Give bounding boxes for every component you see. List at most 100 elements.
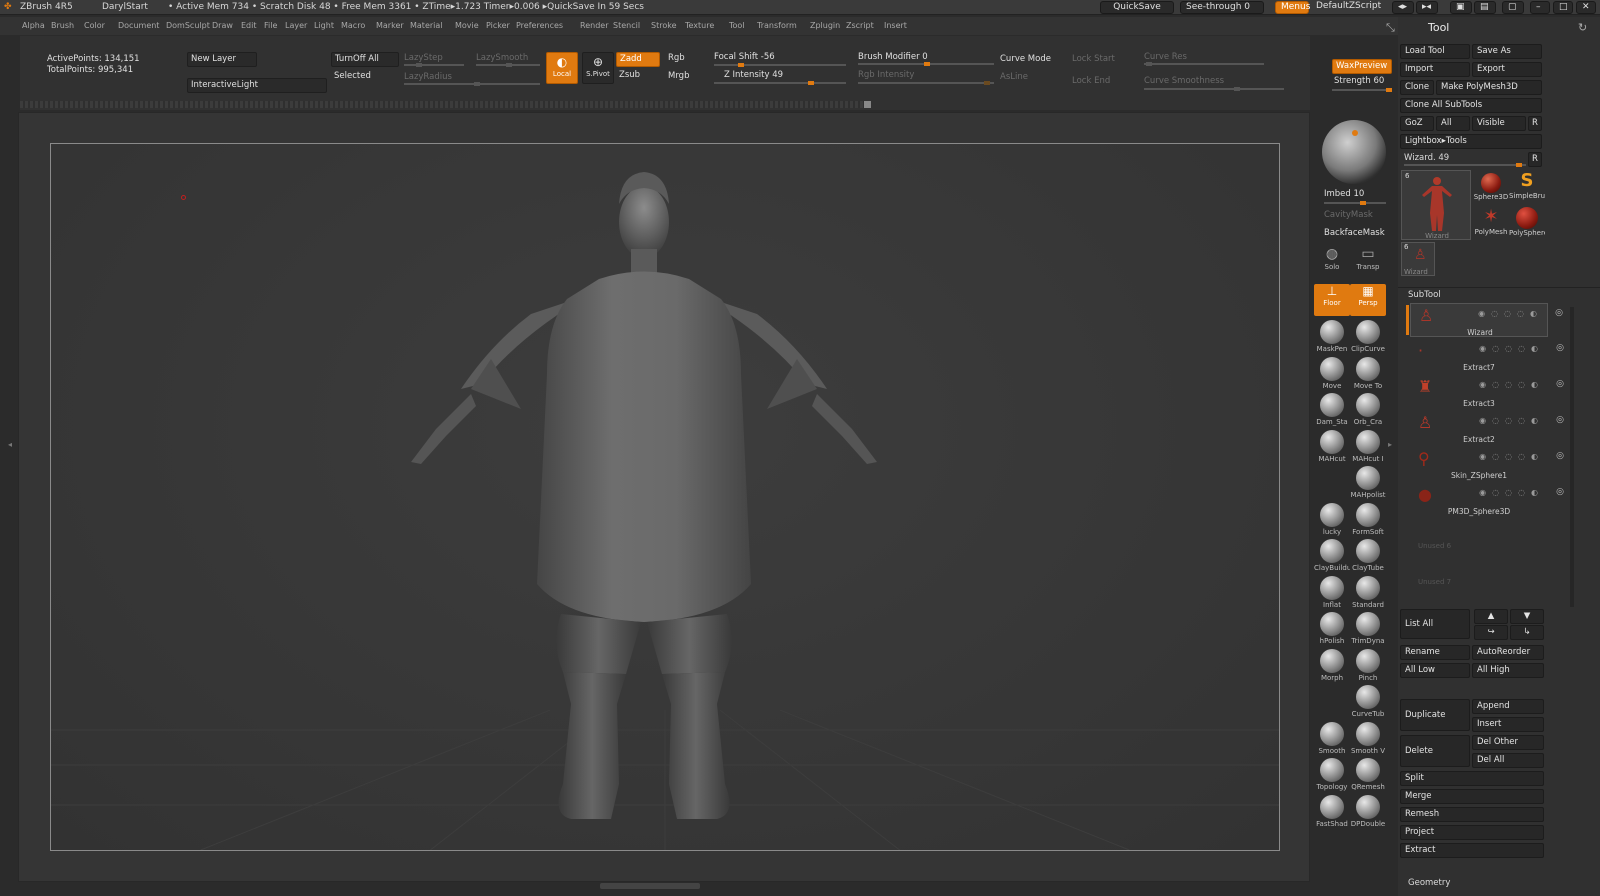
selected-button[interactable]: Selected: [331, 70, 399, 85]
focal-shift-slider[interactable]: [714, 63, 846, 67]
collapse-left-icon[interactable]: ◂: [8, 440, 16, 454]
lock-icon[interactable]: ▢: [1502, 1, 1524, 14]
menu-movie[interactable]: Movie: [455, 21, 479, 30]
spivot-button[interactable]: ⊕ S.Pivot: [582, 52, 614, 84]
auto-reorder-button[interactable]: AutoReorder: [1472, 645, 1544, 660]
rgb-button[interactable]: Rgb: [665, 52, 709, 67]
clone-button[interactable]: Clone: [1400, 80, 1434, 95]
brush-clipcurve[interactable]: ClipCurve: [1350, 320, 1386, 353]
brush-smooth[interactable]: Smooth: [1314, 721, 1350, 755]
duplicate-button[interactable]: Duplicate: [1400, 699, 1470, 731]
cavity-mask-button[interactable]: CavityMask: [1324, 210, 1373, 220]
merge-button[interactable]: Merge: [1400, 789, 1544, 804]
subtool-row[interactable]: ♜ ◉◌◌◌◐ ◎ Extract3: [1410, 375, 1564, 409]
menu-macro[interactable]: Macro: [341, 21, 365, 30]
subtool-toggle-icons[interactable]: ◉◌◌◌◐: [1479, 488, 1544, 497]
layout-arrows-icon-2[interactable]: ▸◂: [1416, 1, 1438, 14]
subtool-toggle-icons[interactable]: ◉◌◌◌◐: [1479, 416, 1544, 425]
all-low-button[interactable]: All Low: [1400, 663, 1470, 678]
menu-zscript[interactable]: Zscript: [846, 21, 874, 30]
menu-stencil[interactable]: Stencil: [613, 21, 640, 30]
collapse-right-icon[interactable]: ▸: [1388, 440, 1396, 454]
brush-modifier-slider[interactable]: [858, 62, 994, 66]
menu-edit[interactable]: Edit: [241, 21, 257, 30]
persp-button[interactable]: ▦ Persp: [1350, 284, 1386, 316]
brush-orb-cra[interactable]: Orb_Cra: [1350, 393, 1386, 426]
palette-drag-icon[interactable]: ⤡: [1386, 21, 1395, 35]
solo-button[interactable]: ◍ Solo: [1314, 246, 1350, 271]
remesh-button[interactable]: Remesh: [1400, 807, 1544, 822]
del-all-button[interactable]: Del All: [1472, 753, 1544, 768]
lazystep-slider[interactable]: [404, 63, 464, 67]
append-button[interactable]: Append: [1472, 699, 1544, 714]
menu-material[interactable]: Material: [410, 21, 443, 30]
brush-topology[interactable]: Topology: [1314, 758, 1350, 791]
brush-formsoft[interactable]: FormSoft: [1350, 502, 1386, 536]
window-layout-icon-2[interactable]: ▤: [1474, 1, 1496, 14]
enter-arrow-icon[interactable]: ↳: [1510, 625, 1544, 640]
rename-button[interactable]: Rename: [1400, 645, 1470, 660]
subtool-toggle-icons[interactable]: ◉◌◌◌◐: [1479, 380, 1544, 389]
quicksave-button[interactable]: QuickSave: [1100, 1, 1174, 14]
thumb-polymesh[interactable]: ✶ PolyMesh: [1473, 206, 1509, 240]
curve-smoothness-slider[interactable]: [1144, 87, 1284, 91]
character-model[interactable]: [51, 144, 1280, 851]
brush-mahpolist[interactable]: MAHpolist: [1350, 466, 1386, 499]
navigation-sphere[interactable]: [1322, 120, 1386, 184]
minimize-icon[interactable]: –: [1530, 1, 1550, 14]
brush-pinch[interactable]: Pinch: [1350, 648, 1386, 682]
z-intensity-slider[interactable]: [714, 81, 846, 85]
layout-arrows-icon[interactable]: ◂▸: [1392, 1, 1414, 14]
extract-button[interactable]: Extract: [1400, 843, 1544, 858]
menu-document[interactable]: Document: [118, 21, 159, 30]
brush-dpdouble[interactable]: DPDouble: [1350, 794, 1386, 828]
brush-move-to[interactable]: Move To: [1350, 356, 1386, 390]
goz-all-button[interactable]: All: [1436, 116, 1470, 131]
see-through-slider[interactable]: See-through 0: [1180, 1, 1264, 14]
palette-refresh-icon[interactable]: ↻: [1578, 21, 1587, 34]
menu-tool[interactable]: Tool: [729, 21, 745, 30]
move-down-arrow-icon[interactable]: ▼: [1510, 609, 1544, 624]
brush-curvetub[interactable]: CurveTub: [1350, 685, 1386, 718]
asline-button[interactable]: AsLine: [1000, 72, 1028, 82]
shelf-scrollbar[interactable]: [20, 101, 870, 108]
subtool-row[interactable]: ● ◉◌◌◌◐ ◎ PM3D_Sphere3D: [1410, 483, 1564, 517]
brush-claytube[interactable]: ClayTube: [1350, 539, 1386, 572]
menu-marker[interactable]: Marker: [376, 21, 404, 30]
brush-inflat[interactable]: Inflat: [1314, 575, 1350, 609]
thumb-polysphere[interactable]: PolySphere: [1509, 206, 1545, 240]
goz-visible-button[interactable]: Visible: [1472, 116, 1526, 131]
mrgb-button[interactable]: Mrgb: [665, 70, 709, 85]
menu-file[interactable]: File: [264, 21, 277, 30]
split-button[interactable]: Split: [1400, 771, 1544, 786]
subtool-header[interactable]: SubTool: [1408, 290, 1441, 300]
menu-alpha[interactable]: Alpha: [22, 21, 45, 30]
load-tool-button[interactable]: Load Tool: [1400, 44, 1470, 59]
move-up-arrow-icon[interactable]: ▲: [1474, 609, 1508, 624]
subtool-toggle-icons[interactable]: ◉◌◌◌◐: [1478, 309, 1543, 318]
brush-standard[interactable]: Standard: [1350, 575, 1386, 609]
menu-picker[interactable]: Picker: [486, 21, 510, 30]
menu-layer[interactable]: Layer: [285, 21, 307, 30]
transp-button[interactable]: ▭ Transp: [1350, 246, 1386, 271]
subtool-scrollbar[interactable]: [1570, 307, 1574, 607]
thumb-sphere3d[interactable]: Sphere3D: [1473, 170, 1509, 204]
menu-preferences[interactable]: Preferences: [516, 21, 563, 30]
turnoff-all-button[interactable]: TurnOff All: [331, 52, 399, 67]
menu-domsculpt[interactable]: DomSculpt: [166, 21, 210, 30]
import-button[interactable]: Import: [1400, 62, 1470, 77]
del-other-button[interactable]: Del Other: [1472, 735, 1544, 750]
lock-end-button[interactable]: Lock End: [1072, 76, 1110, 86]
geometry-header[interactable]: Geometry: [1408, 878, 1450, 888]
menu-stroke[interactable]: Stroke: [651, 21, 677, 30]
subtool-row[interactable]: ♙ ◉◌◌◌◐ ◎ Wizard: [1410, 303, 1563, 337]
lazysmooth-slider[interactable]: [476, 63, 540, 67]
local-button[interactable]: ◐ Local: [546, 52, 578, 84]
lock-start-button[interactable]: Lock Start: [1072, 54, 1115, 64]
brush-claybuildu[interactable]: ClayBuildu: [1314, 539, 1350, 572]
save-as-button[interactable]: Save As: [1472, 44, 1542, 59]
bottom-tray-handle[interactable]: [600, 883, 700, 889]
brush-lucky[interactable]: lucky: [1314, 502, 1350, 536]
menu-texture[interactable]: Texture: [685, 21, 714, 30]
visibility-eye-icon[interactable]: ◎: [1556, 379, 1564, 389]
